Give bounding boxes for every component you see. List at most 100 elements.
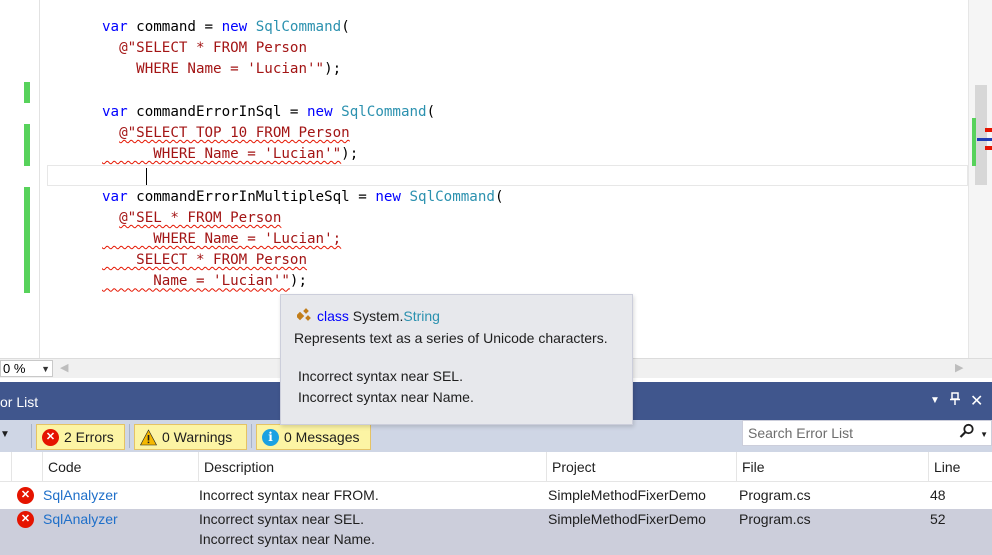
code-token: ); <box>324 61 342 78</box>
error-list-header: Code Description Project File Line <box>0 452 992 482</box>
code-token: SqlCommand <box>255 19 342 35</box>
errors-count-label: 2 Errors <box>64 429 114 445</box>
code-token: @"SELECT * FROM Person <box>119 40 308 57</box>
code-token: ); <box>289 273 308 290</box>
code-line[interactable]: WHERE Name = 'Lucian'; <box>48 229 341 250</box>
column-header-project[interactable]: Project <box>546 452 736 482</box>
code-token: var <box>102 103 128 120</box>
column-header-file[interactable]: File <box>736 452 928 482</box>
code-line[interactable]: WHERE Name = 'Lucian'"); <box>48 59 341 80</box>
messages-filter-button[interactable]: i 0 Messages <box>256 424 371 450</box>
column-header-icon[interactable] <box>11 452 43 482</box>
scrollbar-thumb[interactable] <box>975 85 987 185</box>
tooltip-error-message: Incorrect syntax near Name. <box>298 389 474 405</box>
code-token: new <box>375 188 401 205</box>
error-description-line2: Incorrect syntax near Name. <box>199 531 375 547</box>
error-project: SimpleMethodFixerDemo <box>548 487 706 503</box>
code-token: SqlCommand <box>409 188 495 205</box>
code-line[interactable]: var commandErrorInMultipleSql = new SqlC… <box>48 187 503 208</box>
code-token: command = <box>127 19 222 35</box>
error-code-link[interactable]: SqlAnalyzer <box>43 485 118 506</box>
code-line[interactable]: Name = 'Lucian'"); <box>48 271 307 292</box>
pin-icon[interactable] <box>949 392 961 409</box>
error-description: Incorrect syntax near FROM. <box>199 487 379 503</box>
error-description: Incorrect syntax near SEL. <box>199 511 364 527</box>
warnings-filter-button[interactable]: 0 Warnings <box>134 424 247 450</box>
text-caret <box>145 167 147 185</box>
code-token: ); <box>341 146 359 163</box>
error-map-mark <box>985 128 992 132</box>
code-line[interactable] <box>48 81 102 102</box>
column-header-code[interactable]: Code <box>42 452 199 482</box>
tooltip-description: Represents text as a series of Unicode c… <box>294 330 608 346</box>
panel-title: or List <box>0 394 39 410</box>
code-token: new <box>307 103 333 120</box>
code-token: WHERE Name = 'Lucian'" <box>136 61 325 78</box>
code-line[interactable]: @"SEL * FROM Person <box>48 208 281 229</box>
caret-map-mark <box>977 138 992 141</box>
code-line[interactable] <box>47 165 968 187</box>
error-file: Program.cs <box>739 511 811 527</box>
code-token: SqlCommand <box>341 103 427 120</box>
code-line[interactable]: @"SELECT TOP 10 FROM Person <box>48 123 350 144</box>
close-icon[interactable]: ✕ <box>970 391 983 411</box>
zoom-level-dropdown[interactable]: 0 % ▼ <box>0 360 53 377</box>
tooltip-keyword: class <box>317 308 349 324</box>
code-token: @"SELECT TOP 10 FROM Person <box>119 125 350 141</box>
tooltip-type-name: String <box>403 308 440 324</box>
code-line[interactable]: var commandErrorInSql = new SqlCommand( <box>48 102 435 123</box>
error-line: 52 <box>930 511 946 527</box>
info-icon: i <box>262 429 279 446</box>
error-map-mark <box>985 146 992 150</box>
column-header-line[interactable]: Line <box>928 452 992 482</box>
quick-info-tooltip: class System.String Represents text as a… <box>280 294 633 425</box>
tooltip-error-message: Incorrect syntax near SEL. <box>298 368 463 384</box>
messages-count-label: 0 Messages <box>284 429 360 445</box>
zoom-level: 0 % <box>3 361 26 376</box>
code-token: new <box>221 19 248 35</box>
code-token: ( <box>426 103 436 120</box>
error-icon: ✕ <box>17 511 34 528</box>
search-icon[interactable] <box>959 423 975 447</box>
scope-dropdown-icon[interactable]: ▼ <box>0 429 10 440</box>
table-row[interactable]: ✕ SqlAnalyzer Incorrect syntax near SEL.… <box>0 509 992 555</box>
code-token: SELECT * FROM Person <box>102 252 307 269</box>
code-token: commandErrorInSql = <box>127 103 307 120</box>
errors-filter-button[interactable]: ✕ 2 Errors <box>36 424 125 450</box>
code-token: commandErrorInMultipleSql = <box>127 188 376 205</box>
code-token: Name = 'Lucian'" <box>102 273 290 290</box>
code-token: WHERE Name = 'Lucian'" <box>102 146 342 163</box>
code-token: WHERE Name = 'Lucian'; <box>102 231 342 247</box>
toolbar-separator <box>251 424 252 448</box>
change-indicator <box>24 187 30 293</box>
error-icon: ✕ <box>42 429 59 446</box>
code-line[interactable]: SELECT * FROM Person <box>48 250 307 271</box>
class-icon <box>295 308 313 322</box>
code-token: @"SEL * FROM Person <box>119 209 282 226</box>
warning-icon <box>140 429 157 446</box>
code-line[interactable]: var command = new SqlCommand( <box>48 17 350 38</box>
editor-vertical-scrollbar[interactable] <box>968 0 992 360</box>
code-line[interactable]: @"SELECT * FROM Person <box>48 38 307 59</box>
search-error-list-input[interactable]: Search Error List ▼ <box>742 420 992 446</box>
code-token: var <box>102 19 128 35</box>
error-file: Program.cs <box>739 487 811 503</box>
code-line[interactable]: WHERE Name = 'Lucian'"); <box>48 144 358 165</box>
error-line: 48 <box>930 487 946 503</box>
change-map-mark <box>972 118 976 166</box>
window-position-dropdown-icon[interactable]: ▼ <box>930 395 940 406</box>
tooltip-signature: class System.String <box>295 308 440 324</box>
scroll-right-icon[interactable]: ▶ <box>955 361 963 374</box>
editor-margin <box>0 0 40 360</box>
error-code-link[interactable]: SqlAnalyzer <box>43 509 118 530</box>
chevron-down-icon[interactable]: ▼ <box>980 423 988 447</box>
table-row[interactable]: ✕ SqlAnalyzer Incorrect syntax near FROM… <box>0 485 992 508</box>
column-header-description[interactable]: Description <box>198 452 547 482</box>
scroll-left-icon[interactable]: ◀ <box>60 361 68 374</box>
